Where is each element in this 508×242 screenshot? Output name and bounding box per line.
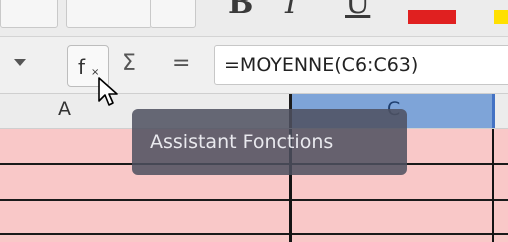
toolbar-font-select[interactable]	[66, 0, 152, 28]
formula-bar: f × Σ = =MOYENNE(C6:C63)	[0, 37, 508, 94]
toolbar-button[interactable]	[150, 0, 196, 28]
formula-input[interactable]: =MOYENNE(C6:C63)	[214, 45, 508, 85]
bold-icon[interactable]: B	[228, 0, 253, 21]
tooltip-text: Assistant Fonctions	[150, 131, 334, 153]
row-divider	[0, 233, 508, 235]
column-border	[492, 129, 494, 242]
highlight-color-swatch[interactable]	[494, 10, 508, 24]
name-box-dropdown-icon[interactable]	[14, 59, 26, 66]
row-divider	[0, 199, 508, 201]
italic-icon[interactable]: I	[285, 0, 297, 21]
column-header-a-label: A	[58, 98, 71, 120]
underline-icon[interactable]: U	[345, 0, 370, 21]
formula-equals-button[interactable]: =	[172, 51, 190, 76]
font-color-swatch[interactable]	[408, 10, 456, 24]
toolbar: B I U	[0, 0, 508, 37]
column-divider[interactable]	[492, 94, 495, 128]
tooltip: Assistant Fonctions	[132, 109, 407, 175]
toolbar-font-size-box[interactable]	[0, 0, 58, 28]
function-icon: f	[78, 55, 86, 79]
sum-button[interactable]: Σ	[122, 51, 136, 76]
mouse-cursor-icon	[98, 77, 118, 106]
